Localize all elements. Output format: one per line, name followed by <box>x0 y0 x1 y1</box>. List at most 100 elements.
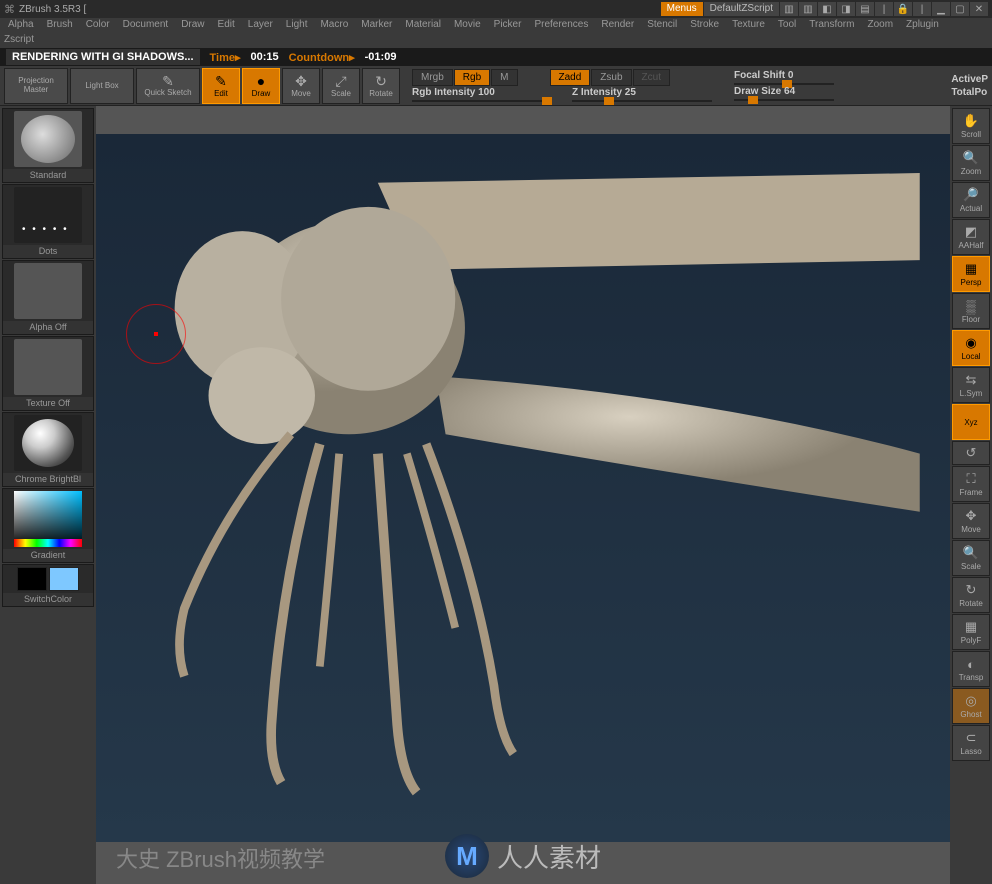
zscript-row: Zscript <box>0 34 992 48</box>
time-label: Time▸ <box>210 51 241 64</box>
active-points: ActiveP <box>951 74 988 85</box>
draw-icon: ● <box>257 74 265 88</box>
lock-icon[interactable]: 🔒 <box>894 2 912 16</box>
draw-button[interactable]: ● Draw <box>242 68 280 104</box>
quicksketch-label: Quick Sketch <box>144 89 191 98</box>
menu-zscript[interactable]: Zscript <box>4 34 34 45</box>
status-bar: RENDERING WITH GI SHADOWS... Time▸ 00:15… <box>0 48 992 66</box>
brush-icon <box>21 115 75 163</box>
toolbar: Projection Master Light Box ✎ Quick Sket… <box>0 66 992 106</box>
z-intensity-label: Z Intensity 25 <box>572 87 712 98</box>
titlebar-icon-3[interactable]: ◧ <box>818 2 836 16</box>
edit-icon: ✎ <box>215 74 227 88</box>
titlebar-divider: | <box>875 2 893 16</box>
menu-layer[interactable]: Layer <box>242 18 279 34</box>
rgb-intensity-slider[interactable]: Rgb Intensity 100 <box>412 87 552 102</box>
menu-color[interactable]: Color <box>80 18 116 34</box>
main-area: Standard Dots Alpha Off Texture Off Chro… <box>0 106 992 884</box>
titlebar-icon-5[interactable]: ▤ <box>856 2 874 16</box>
rotate-button[interactable]: ↻ Rotate <box>362 68 400 104</box>
menu-render[interactable]: Render <box>595 18 640 34</box>
hue-bar[interactable] <box>14 539 82 547</box>
rotate-icon: ↻ <box>375 74 387 88</box>
menu-macro[interactable]: Macro <box>314 18 354 34</box>
titlebar-icon-4[interactable]: ◨ <box>837 2 855 16</box>
menu-texture[interactable]: Texture <box>726 18 771 34</box>
move-button[interactable]: ✥ Move <box>282 68 320 104</box>
countdown-value: -01:09 <box>365 51 397 63</box>
menubar: Alpha Brush Color Document Draw Edit Lay… <box>0 18 992 34</box>
menu-tool[interactable]: Tool <box>772 18 802 34</box>
menu-brush[interactable]: Brush <box>41 18 79 34</box>
mrgb-button[interactable]: Mrgb <box>412 69 453 86</box>
menu-marker[interactable]: Marker <box>355 18 398 34</box>
close-icon[interactable]: ✕ <box>970 2 988 16</box>
zadd-button[interactable]: Zadd <box>550 69 591 86</box>
quicksketch-button[interactable]: ✎ Quick Sketch <box>136 68 200 104</box>
z-intensity-slider[interactable]: Z Intensity 25 <box>572 87 712 102</box>
render-status: RENDERING WITH GI SHADOWS... <box>6 49 200 65</box>
menu-picker[interactable]: Picker <box>488 18 528 34</box>
menu-zplugin[interactable]: Zplugin <box>900 18 945 34</box>
menu-preferences[interactable]: Preferences <box>528 18 594 34</box>
brush-cursor <box>126 304 186 364</box>
countdown-label: Countdown▸ <box>289 51 355 64</box>
swatch-main[interactable] <box>17 567 47 591</box>
zsub-button[interactable]: Zsub <box>591 69 631 86</box>
menu-document[interactable]: Document <box>117 18 175 34</box>
menu-alpha[interactable]: Alpha <box>2 18 40 34</box>
watermark: M 人人素材 <box>445 834 601 878</box>
menu-light[interactable]: Light <box>280 18 314 34</box>
move-icon: ✥ <box>295 74 307 88</box>
time-value: 00:15 <box>251 51 279 63</box>
m-button[interactable]: M <box>491 69 517 86</box>
quicksketch-icon: ✎ <box>162 74 174 88</box>
default-zscript-button[interactable]: DefaultZScript <box>704 2 779 16</box>
canvas-area[interactable]: 大史 ZBrush视频教学 M 人人素材 <box>96 106 950 884</box>
projection-label: Projection Master <box>5 77 67 95</box>
projection-master-button[interactable]: Projection Master <box>4 68 68 104</box>
menu-movie[interactable]: Movie <box>448 18 487 34</box>
texture-icon <box>14 339 82 395</box>
titlebar-icon-2[interactable]: ▥ <box>799 2 817 16</box>
lightbox-button[interactable]: Light Box <box>70 68 134 104</box>
hand-icon: ✋ <box>963 113 979 129</box>
color-picker[interactable] <box>14 491 82 547</box>
app-title: ZBrush 3.5R3 [ <box>19 4 86 15</box>
tutorial-subtitle: 大史 ZBrush视频教学 <box>116 842 325 874</box>
stroke-icon <box>14 187 82 243</box>
dragonfly-model-icon <box>76 144 970 802</box>
app-logo: ⌘ <box>4 3 15 16</box>
menus-button[interactable]: Menus <box>661 2 703 16</box>
titlebar-icon-1[interactable]: ▥ <box>780 2 798 16</box>
scroll-button[interactable]: ✋Scroll <box>952 108 990 144</box>
titlebar: ⌘ ZBrush 3.5R3 [ Menus DefaultZScript ▥ … <box>0 0 992 18</box>
edit-label: Edit <box>214 89 228 98</box>
scale-label: Scale <box>331 89 351 98</box>
menu-zoom[interactable]: Zoom <box>861 18 899 34</box>
watermark-text: 人人素材 <box>497 838 601 875</box>
alpha-icon <box>14 263 82 319</box>
edit-button[interactable]: ✎ Edit <box>202 68 240 104</box>
menu-transform[interactable]: Transform <box>803 18 860 34</box>
zcut-button[interactable]: Zcut <box>633 69 670 86</box>
maximize-icon[interactable]: ▢ <box>951 2 969 16</box>
scale-button[interactable]: ⤢ Scale <box>322 68 360 104</box>
menu-edit[interactable]: Edit <box>212 18 241 34</box>
model-render <box>76 144 970 802</box>
move-label: Move <box>291 89 311 98</box>
watermark-logo-icon: M <box>445 834 489 878</box>
rgb-intensity-label: Rgb Intensity 100 <box>412 87 552 98</box>
menu-material[interactable]: Material <box>399 18 447 34</box>
draw-size-slider[interactable]: Draw Size 64 <box>734 86 834 101</box>
lightbox-label: Light Box <box>85 81 118 90</box>
minimize-icon[interactable]: ▁ <box>932 2 950 16</box>
menu-stencil[interactable]: Stencil <box>641 18 683 34</box>
material-icon <box>22 419 74 467</box>
rgb-button[interactable]: Rgb <box>454 69 490 86</box>
swatch-secondary[interactable] <box>49 567 79 591</box>
menu-stroke[interactable]: Stroke <box>684 18 725 34</box>
focal-shift-slider[interactable]: Focal Shift 0 <box>734 70 834 85</box>
viewport[interactable] <box>96 134 950 842</box>
menu-draw[interactable]: Draw <box>175 18 210 34</box>
